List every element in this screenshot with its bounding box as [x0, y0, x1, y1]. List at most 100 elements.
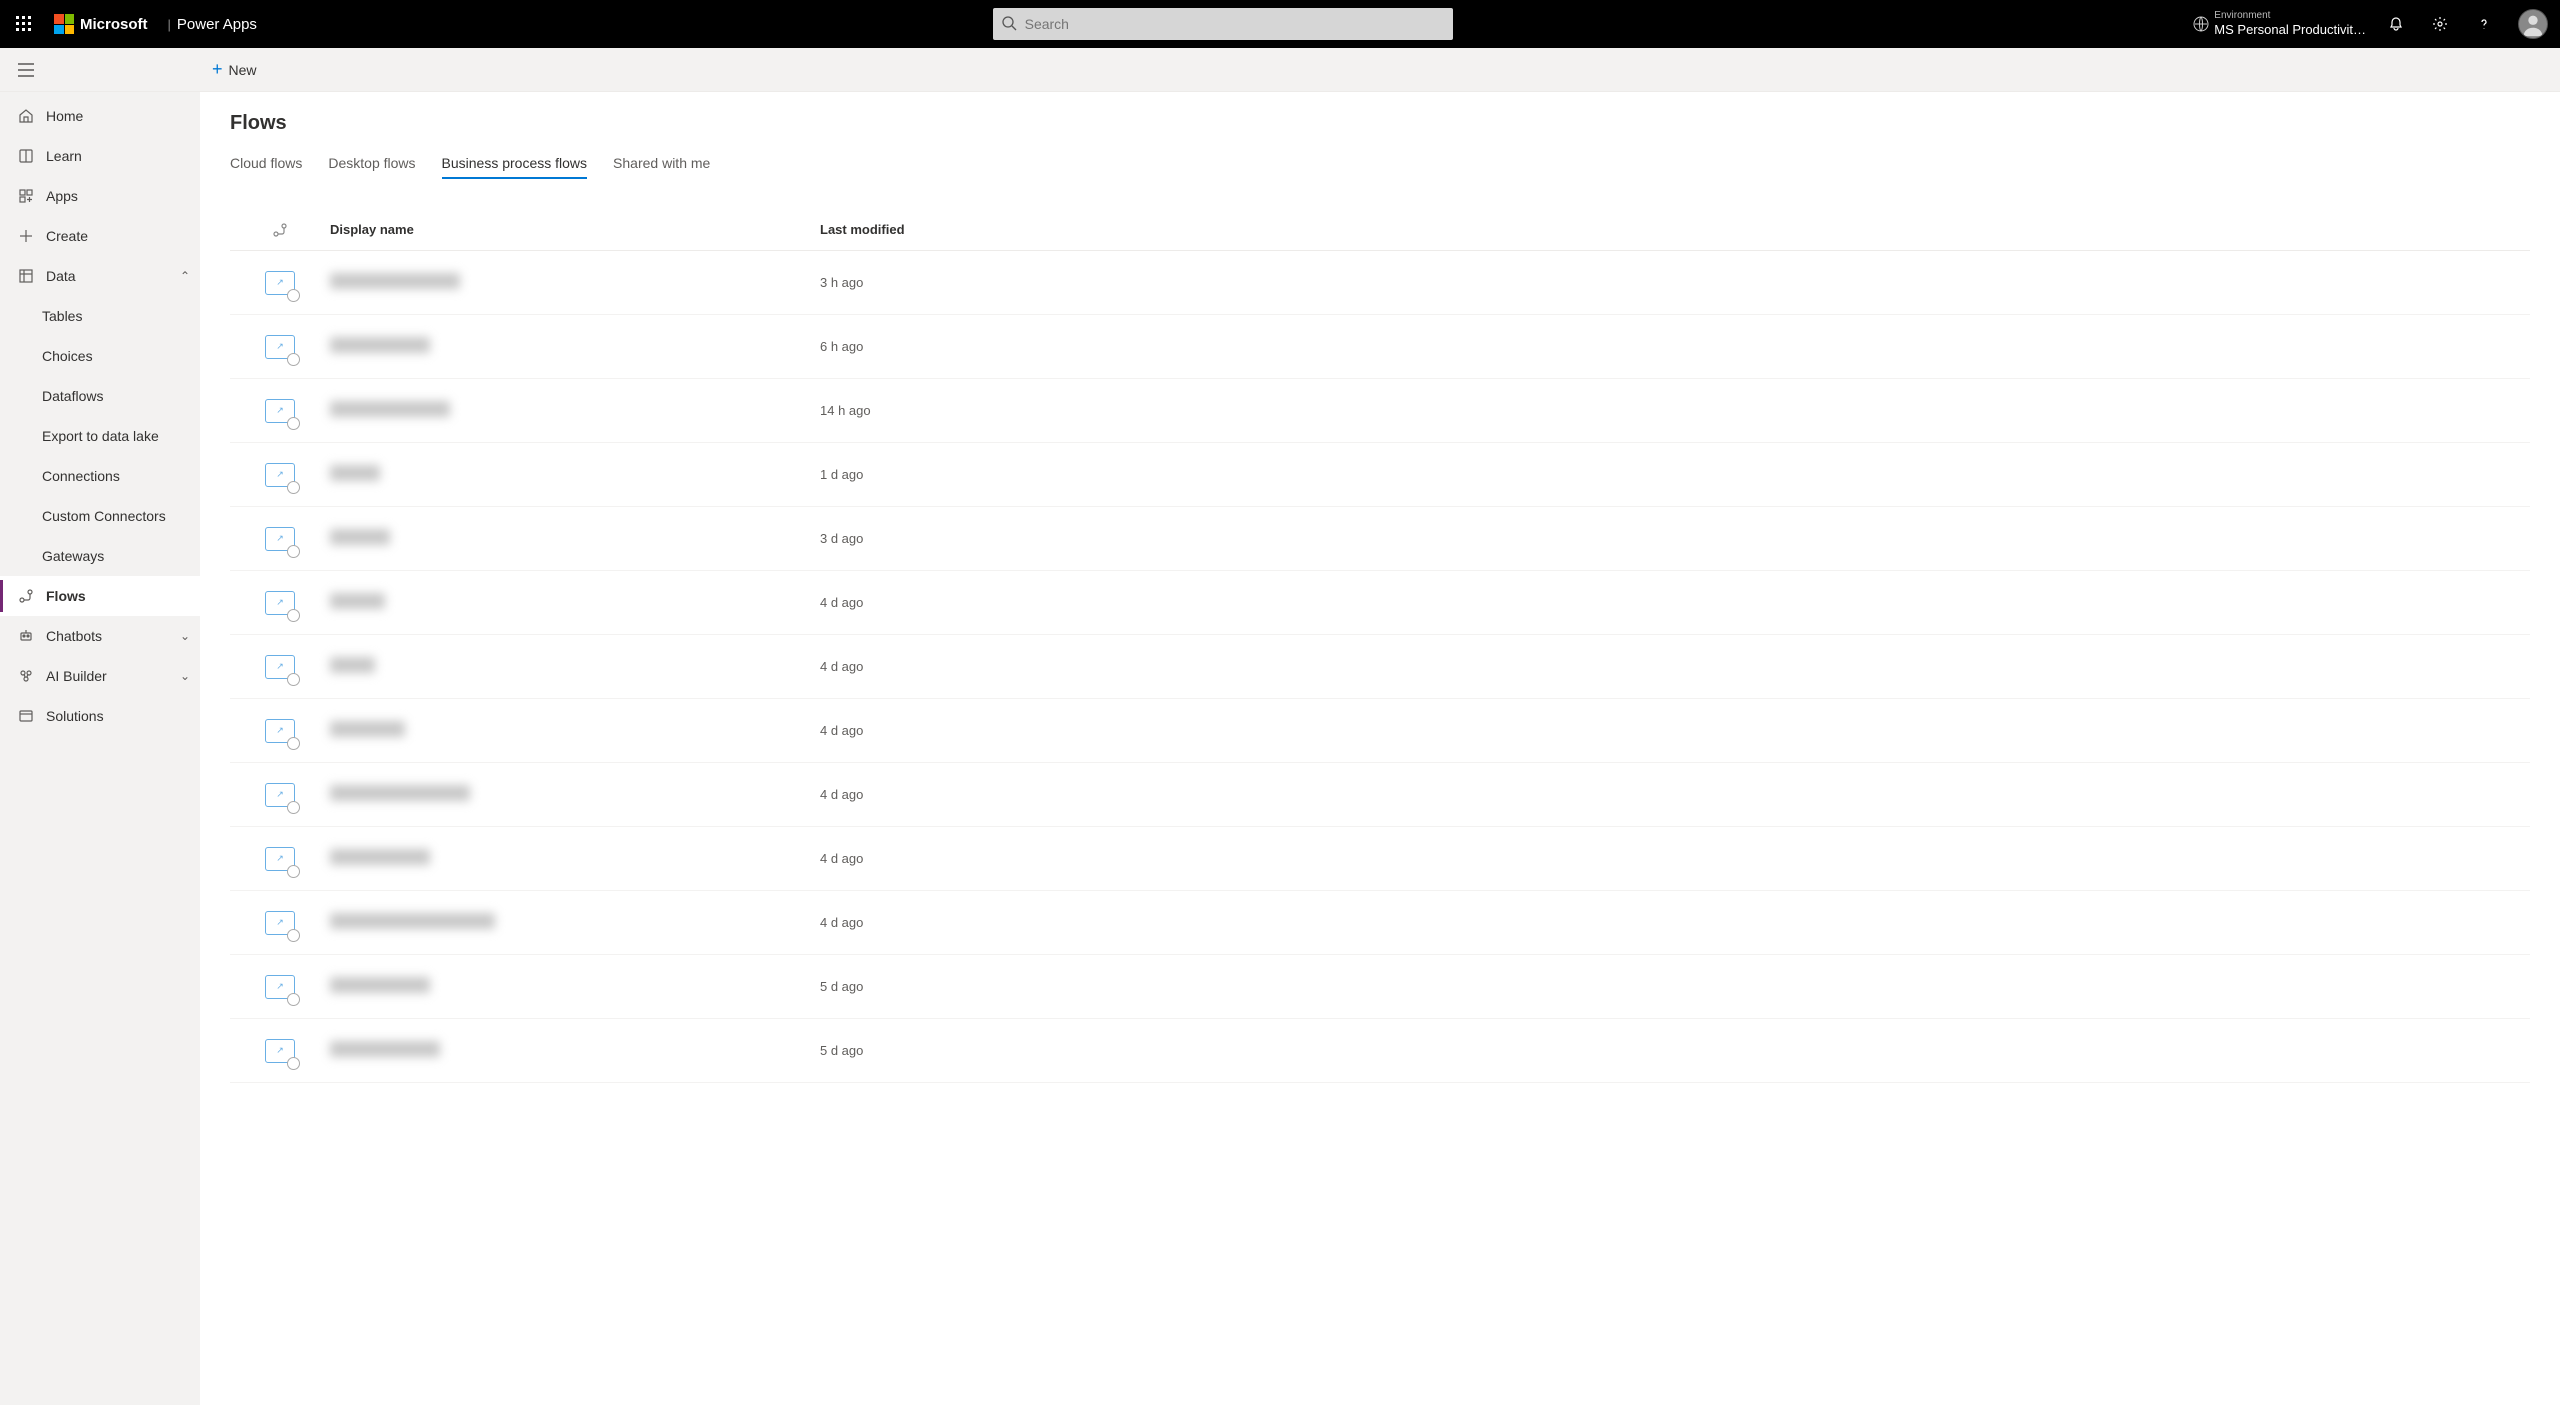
row-modified: 4 d ago: [820, 787, 2530, 802]
chevron-down-icon: ⌄: [180, 629, 190, 643]
nav-toggle-button[interactable]: [6, 48, 46, 92]
chevron-down-icon: ⌄: [180, 669, 190, 683]
sidebar-item-export-to-data-lake[interactable]: Export to data lake: [0, 416, 200, 456]
microsoft-icon: [54, 14, 74, 34]
row-modified: 4 d ago: [820, 851, 2530, 866]
sidebar-item-label: Dataflows: [42, 388, 103, 404]
row-name: [330, 721, 820, 740]
sidebar-item-chatbots[interactable]: Chatbots⌄: [0, 616, 200, 656]
bpf-icon: ↗: [265, 399, 295, 423]
row-name: [330, 657, 820, 676]
waffle-icon: [16, 16, 32, 32]
sidebar-item-label: Data: [46, 268, 76, 284]
flow-type-icon: [272, 222, 288, 238]
table-row[interactable]: ↗ 4 d ago: [230, 571, 2530, 635]
bpf-icon: ↗: [265, 591, 295, 615]
row-modified: 4 d ago: [820, 595, 2530, 610]
bpf-icon: ↗: [265, 911, 295, 935]
row-name: [330, 977, 820, 996]
bpf-icon: ↗: [265, 527, 295, 551]
sidebar-item-custom-connectors[interactable]: Custom Connectors: [0, 496, 200, 536]
apps-icon: [16, 188, 36, 204]
row-modified: 4 d ago: [820, 915, 2530, 930]
page-title: Flows: [230, 112, 2530, 135]
notifications-button[interactable]: [2374, 0, 2418, 48]
plus-icon: [16, 228, 36, 244]
row-name: [330, 913, 820, 932]
bpf-icon: ↗: [265, 847, 295, 871]
sidebar-item-apps[interactable]: Apps: [0, 176, 200, 216]
table-row[interactable]: ↗4 d ago: [230, 699, 2530, 763]
sidebar-item-label: Export to data lake: [42, 428, 159, 444]
sidebar-item-solutions[interactable]: Solutions: [0, 696, 200, 736]
sidebar-item-learn[interactable]: Learn: [0, 136, 200, 176]
sidebar-item-connections[interactable]: Connections: [0, 456, 200, 496]
table-row[interactable]: ↗5 d ago: [230, 955, 2530, 1019]
plus-icon: +: [212, 59, 223, 80]
row-modified: 1 d ago: [820, 467, 2530, 482]
search-input[interactable]: [993, 8, 1453, 40]
row-modified: 4 d ago: [820, 659, 2530, 674]
sidebar: Home Learn AppsCreate Data ⌃ Tables Choices Dat…: [0, 92, 200, 1405]
sidebar-item-label: AI Builder: [46, 668, 107, 684]
bpf-icon: ↗: [265, 655, 295, 679]
row-name: [330, 785, 820, 804]
sidebar-item-choices[interactable]: Choices: [0, 336, 200, 376]
row-modified: 3 h ago: [820, 275, 2530, 290]
table-row[interactable]: ↗ 4 d ago: [230, 635, 2530, 699]
sidebar-item-ai-builder[interactable]: AI Builder ⌄: [0, 656, 200, 696]
column-display-name[interactable]: Display name: [330, 222, 820, 237]
user-avatar[interactable]: [2518, 9, 2548, 39]
sidebar-item-label: Connections: [42, 468, 120, 484]
book-icon: [16, 148, 36, 164]
row-name: [330, 401, 820, 420]
sidebar-item-home[interactable]: Home: [0, 96, 200, 136]
sidebar-item-tables[interactable]: Tables: [0, 296, 200, 336]
tab-shared-with-me[interactable]: Shared with me: [613, 149, 710, 179]
row-modified: 5 d ago: [820, 979, 2530, 994]
sidebar-item-label: Choices: [42, 348, 93, 364]
row-name: [330, 593, 820, 612]
table-row[interactable]: ↗3 d ago: [230, 507, 2530, 571]
chevron-up-icon: ⌃: [180, 269, 190, 283]
bpf-icon: ↗: [265, 463, 295, 487]
environment-picker[interactable]: Environment MS Personal Productivit…: [2214, 10, 2366, 38]
flow-icon: [16, 588, 36, 604]
help-button[interactable]: [2462, 0, 2506, 48]
row-name: [330, 465, 820, 484]
new-button[interactable]: + New: [202, 48, 267, 92]
app-launcher-button[interactable]: [0, 0, 48, 48]
ai-icon: [16, 668, 36, 684]
bpf-icon: ↗: [265, 1039, 295, 1063]
row-modified: 4 d ago: [820, 723, 2530, 738]
home-icon: [16, 108, 36, 124]
settings-button[interactable]: [2418, 0, 2462, 48]
row-modified: 6 h ago: [820, 339, 2530, 354]
row-name: [330, 849, 820, 868]
product-label[interactable]: Power Apps: [177, 16, 257, 33]
search-box: [993, 8, 1453, 40]
sidebar-item-dataflows[interactable]: Dataflows: [0, 376, 200, 416]
table-row[interactable]: ↗ 4 d ago: [230, 827, 2530, 891]
tab-desktop-flows[interactable]: Desktop flows: [328, 149, 415, 179]
table-row[interactable]: ↗ 4 d ago: [230, 891, 2530, 955]
table-row[interactable]: ↗5 d ago: [230, 1019, 2530, 1083]
sidebar-item-data[interactable]: Data ⌃: [0, 256, 200, 296]
sidebar-item-create[interactable]: Create: [0, 216, 200, 256]
table-row[interactable]: ↗ 1 d ago: [230, 443, 2530, 507]
table-row[interactable]: ↗4 d ago: [230, 763, 2530, 827]
tab-business-process-flows[interactable]: Business process flows: [442, 149, 588, 179]
column-last-modified[interactable]: Last modified: [820, 222, 2530, 237]
table-row[interactable]: ↗3 h ago: [230, 251, 2530, 315]
tab-cloud-flows[interactable]: Cloud flows: [230, 149, 302, 179]
environment-label: Environment: [2214, 10, 2366, 22]
sidebar-item-label: Gateways: [42, 548, 104, 564]
sidebar-item-label: Solutions: [46, 708, 104, 724]
sidebar-item-gateways[interactable]: Gateways: [0, 536, 200, 576]
table-row[interactable]: ↗ 14 h ago: [230, 379, 2530, 443]
sidebar-item-label: Learn: [46, 148, 82, 164]
flow-tabs: Cloud flows Desktop flows Business process…: [230, 149, 2530, 179]
sidebar-item-flows[interactable]: Flows: [0, 576, 200, 616]
table-row[interactable]: ↗6 h ago: [230, 315, 2530, 379]
row-modified: 14 h ago: [820, 403, 2530, 418]
